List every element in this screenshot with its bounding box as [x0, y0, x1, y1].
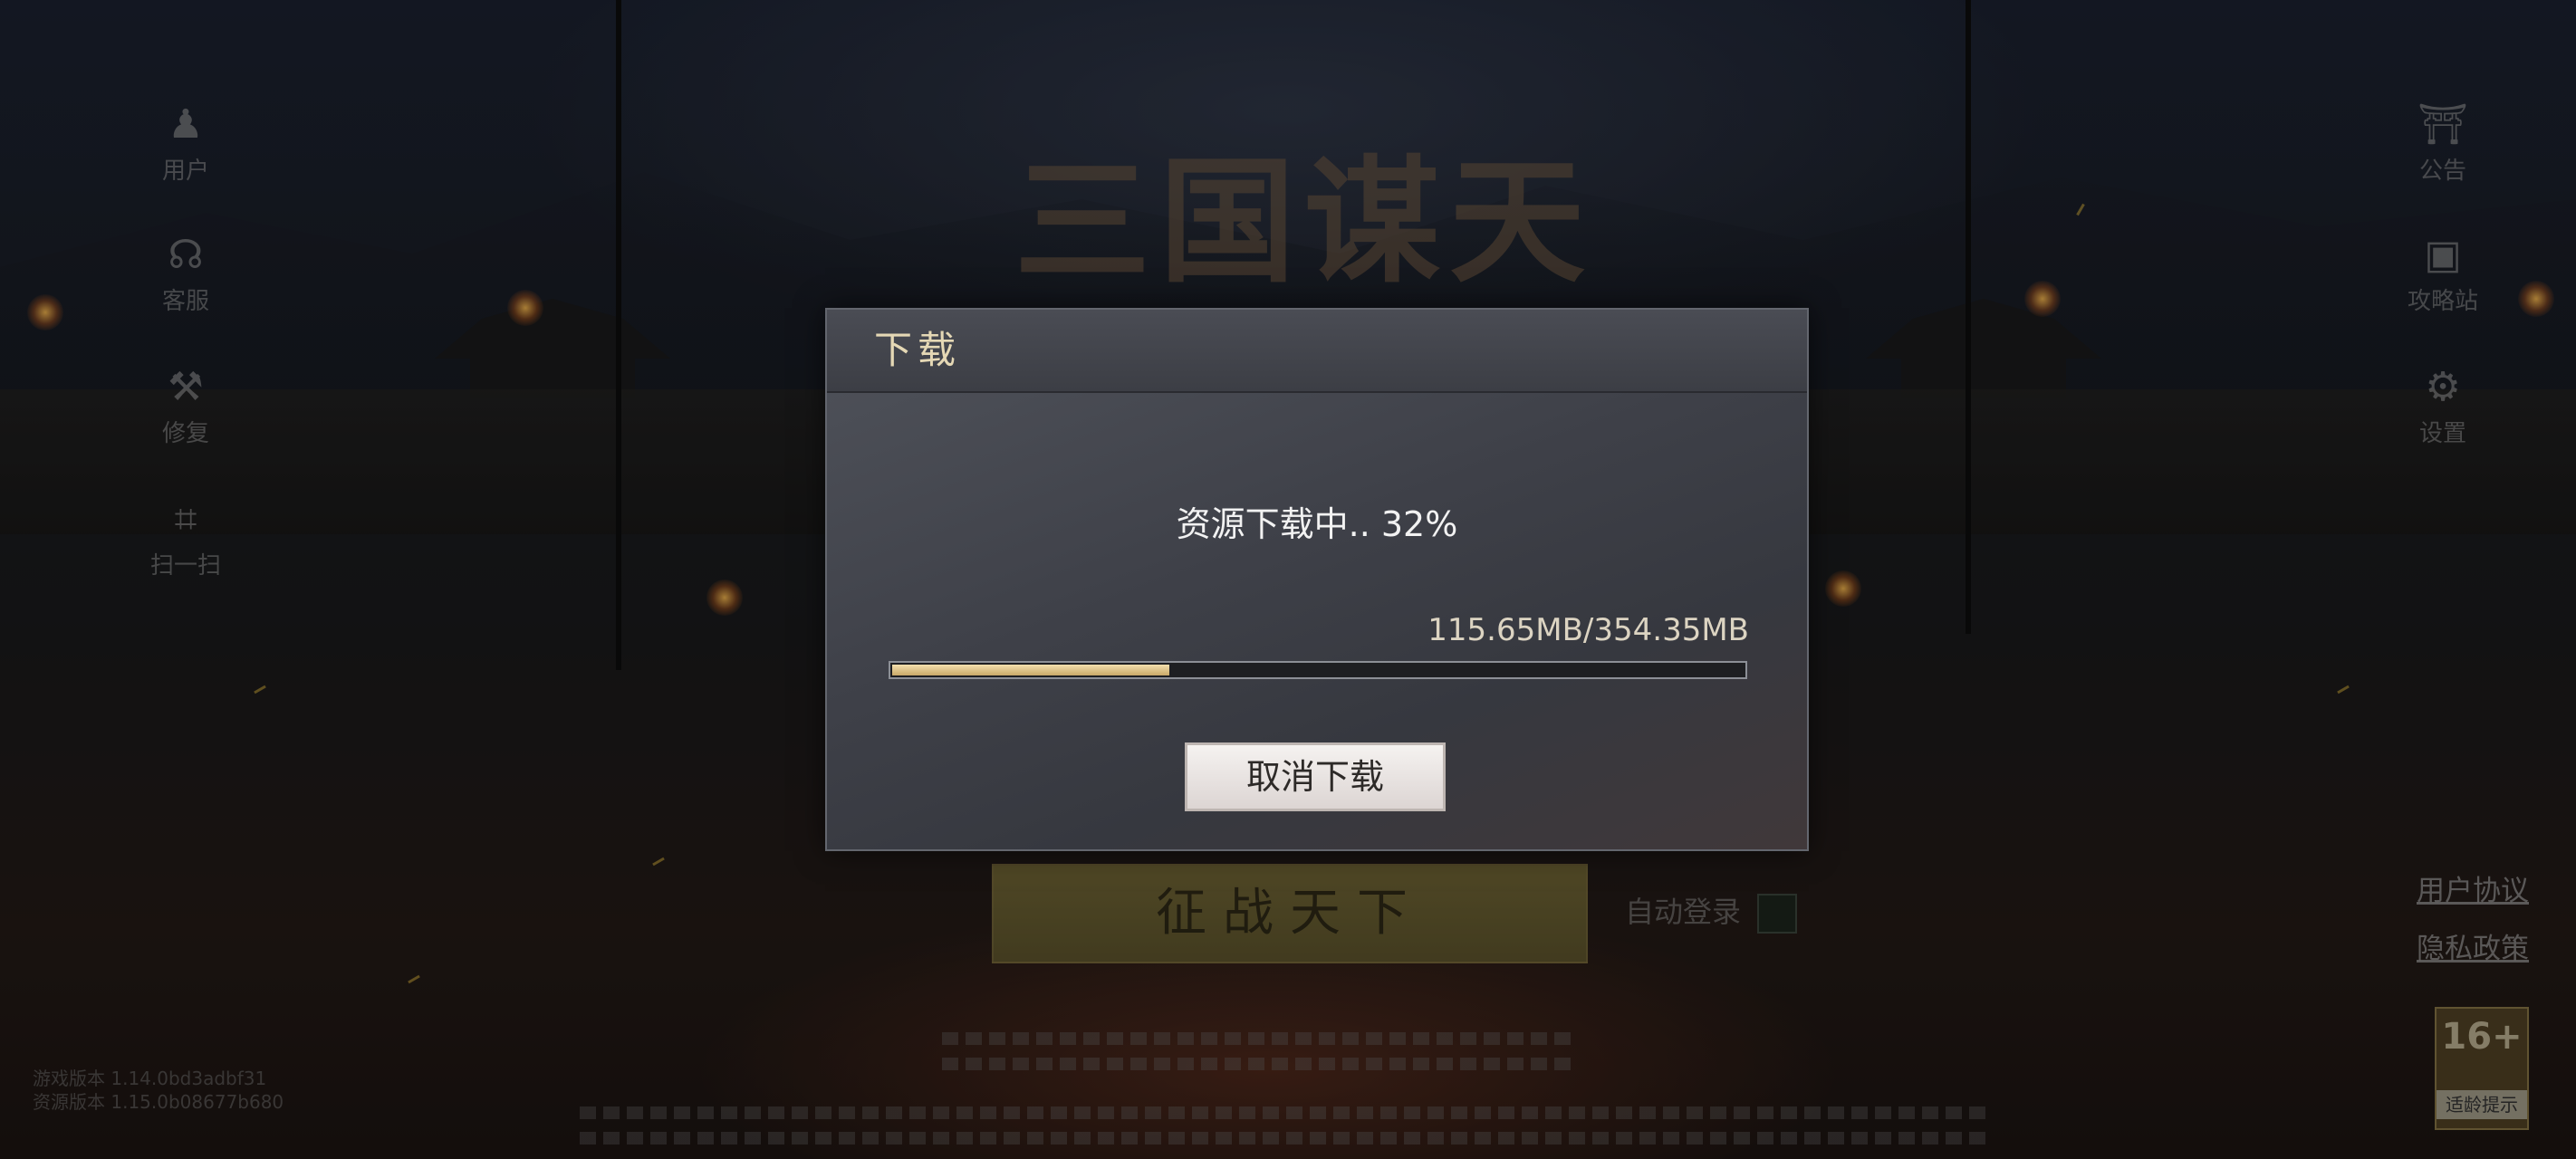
download-progress-fill	[892, 665, 1169, 675]
dialog-title: 下载	[874, 328, 962, 372]
dialog-header: 下载	[827, 310, 1807, 393]
cancel-download-button[interactable]: 取消下载	[1185, 742, 1446, 811]
download-size-text: 115.65MB/354.35MB	[1427, 612, 1749, 648]
download-dialog: 下载 资源下载中.. 32% 115.65MB/354.35MB 取消下载	[825, 308, 1809, 851]
download-status-text: 资源下载中.. 32%	[1176, 504, 1458, 544]
download-progress-bar	[889, 661, 1747, 679]
